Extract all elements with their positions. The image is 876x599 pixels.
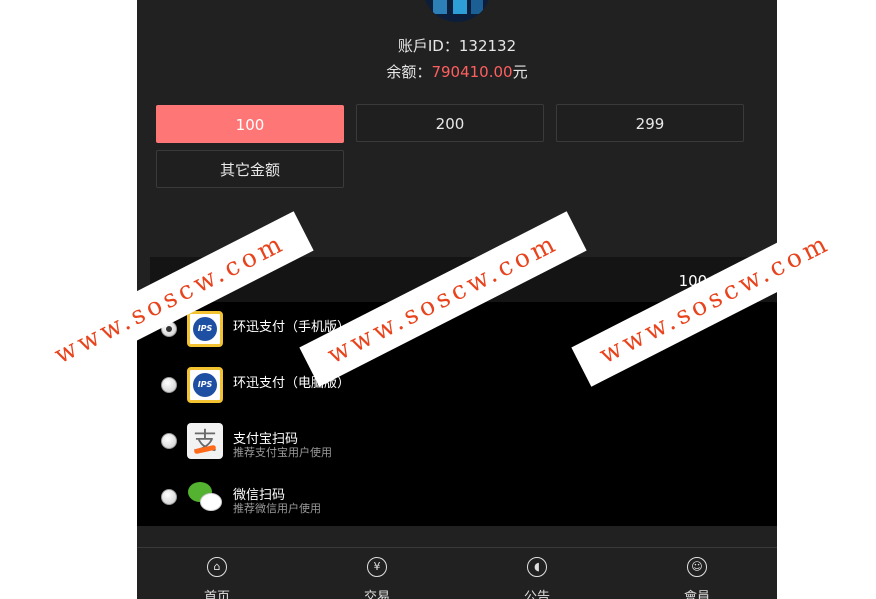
payment-radio[interactable]: [161, 377, 177, 393]
account-id-label: 账戶ID：: [397, 37, 459, 55]
balance-value: 790410.00: [431, 63, 513, 81]
balance-label: 余额：: [386, 63, 432, 81]
nav-member-label: 會員: [683, 590, 710, 599]
payment-radio[interactable]: [161, 489, 177, 505]
yen-icon: ¥: [367, 557, 387, 577]
alipay-glyph: 支: [193, 427, 217, 455]
other-amount-button[interactable]: 其它金额: [156, 150, 344, 188]
payment-option-alipay[interactable]: 支 支付宝扫码 推荐支付宝用户使用: [137, 414, 777, 470]
account-id: 账戶ID：132132: [137, 35, 777, 56]
user-icon: ☺: [687, 557, 707, 577]
balance-unit: 元: [512, 63, 528, 81]
avatar[interactable]: [423, 0, 491, 22]
ips-icon: IPS: [187, 311, 223, 347]
amount-option-299[interactable]: 299: [556, 104, 744, 142]
ips-icon: IPS: [187, 367, 223, 403]
nav-notice[interactable]: ◖ 公告: [489, 548, 589, 599]
amount-option-100[interactable]: 100: [156, 105, 344, 143]
alipay-icon: 支: [187, 423, 223, 459]
nav-home-label: 首页: [203, 590, 230, 599]
account-balance: 余额：790410.00元: [137, 61, 777, 82]
home-icon: ⌂: [207, 557, 227, 577]
payment-subtitle: 推荐支付宝用户使用: [233, 446, 332, 459]
nav-home[interactable]: ⌂ 首页: [169, 548, 269, 599]
ips-logo-text: IPS: [193, 317, 217, 341]
nav-trade[interactable]: ¥ 交易: [329, 548, 429, 599]
payment-subtitle: 推荐微信用户使用: [233, 502, 321, 515]
nav-notice-label: 公告: [523, 590, 550, 599]
speaker-icon: ◖: [527, 557, 547, 577]
account-id-value: 132132: [458, 37, 517, 55]
payment-radio[interactable]: [161, 433, 177, 449]
payment-option-wechat[interactable]: 微信扫码 推荐微信用户使用: [137, 470, 777, 526]
bottom-nav: ⌂ 首页 ¥ 交易 ◖ 公告 ☺ 會員: [137, 547, 777, 599]
nav-member[interactable]: ☺ 會員: [649, 548, 749, 599]
nav-trade-label: 交易: [363, 590, 390, 599]
wechat-icon: [187, 479, 223, 515]
payment-option-ips-desktop[interactable]: IPS 环迅支付（电脑版）: [137, 358, 777, 414]
amount-option-200[interactable]: 200: [356, 104, 544, 142]
ips-logo-text: IPS: [193, 373, 217, 397]
